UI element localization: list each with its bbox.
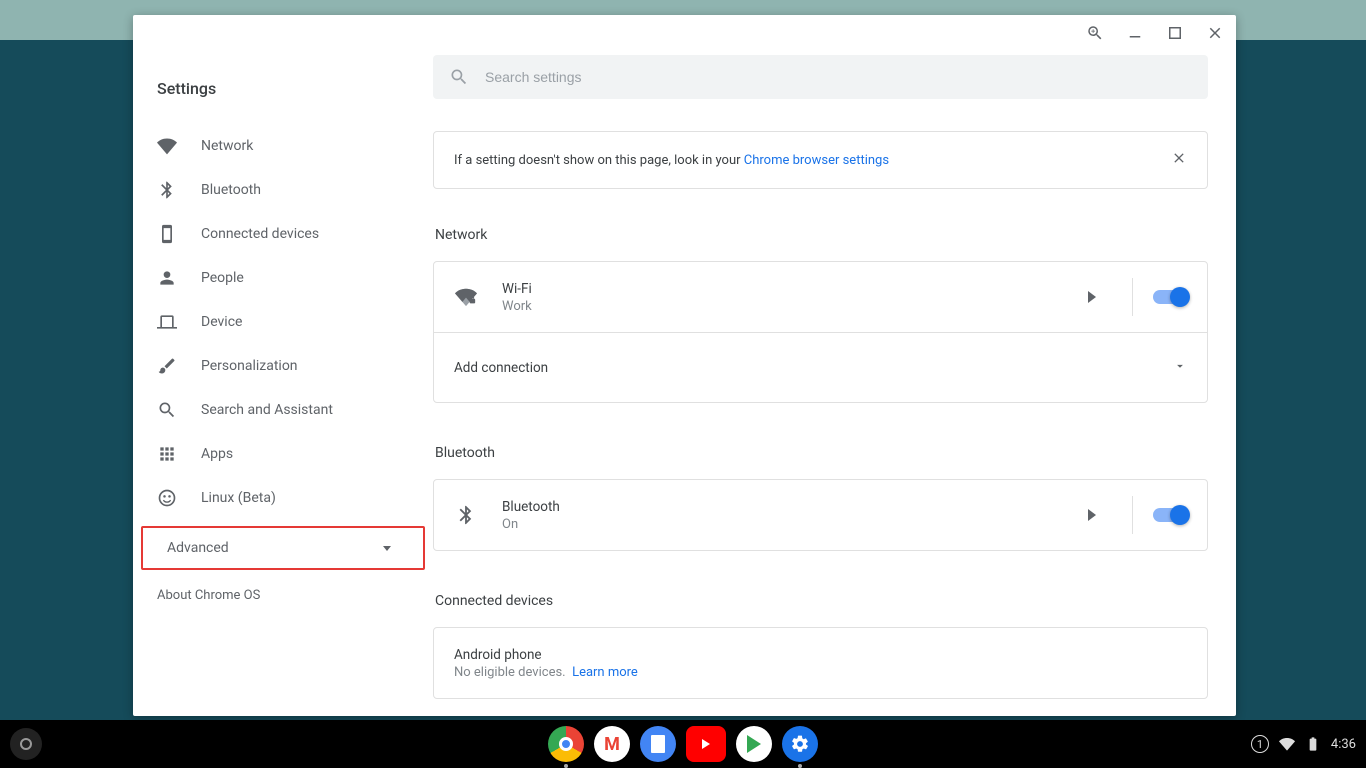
search-icon	[157, 400, 177, 420]
sidebar-item-apps[interactable]: Apps	[133, 432, 433, 476]
wifi-title: Wi-Fi	[502, 281, 1078, 297]
bluetooth-icon	[454, 504, 478, 526]
system-tray[interactable]: 1 4:36	[1251, 735, 1356, 753]
android-status: No eligible devices.	[454, 665, 566, 680]
sidebar: Settings Network Bluetooth Connected dev…	[133, 51, 433, 716]
person-icon	[157, 268, 177, 288]
divider	[1132, 496, 1133, 534]
shelf-apps: M	[548, 726, 818, 762]
section-title-network: Network	[435, 227, 1208, 243]
youtube-app[interactable]	[686, 726, 726, 762]
bluetooth-card: Bluetooth On	[433, 479, 1208, 551]
page-title: Settings	[133, 59, 433, 124]
play-store-app[interactable]	[736, 726, 772, 762]
info-banner: If a setting doesn't show on this page, …	[433, 131, 1208, 189]
sidebar-item-search-assistant[interactable]: Search and Assistant	[133, 388, 433, 432]
banner-link[interactable]: Chrome browser settings	[744, 153, 889, 168]
gmail-app[interactable]: M	[594, 726, 630, 762]
highlight-box: Advanced	[141, 526, 425, 570]
sidebar-advanced[interactable]: Advanced	[143, 530, 423, 566]
android-phone-row: Android phone No eligible devices. Learn…	[434, 628, 1207, 698]
sidebar-item-personalization[interactable]: Personalization	[133, 344, 433, 388]
sidebar-item-network[interactable]: Network	[133, 124, 433, 168]
chrome-app[interactable]	[548, 726, 584, 762]
launcher-button[interactable]	[10, 728, 42, 760]
banner-text: If a setting doesn't show on this page, …	[454, 153, 889, 168]
bluetooth-title: Bluetooth	[502, 499, 1078, 515]
sidebar-item-people[interactable]: People	[133, 256, 433, 300]
search-box[interactable]	[433, 55, 1208, 99]
advanced-label: Advanced	[167, 540, 229, 556]
sidebar-item-label: Search and Assistant	[201, 402, 333, 418]
notification-count[interactable]: 1	[1251, 735, 1269, 753]
bluetooth-status: On	[502, 517, 1078, 532]
bluetooth-row[interactable]: Bluetooth On	[434, 480, 1207, 550]
sidebar-item-device[interactable]: Device	[133, 300, 433, 344]
sidebar-item-label: Network	[201, 138, 253, 154]
connected-card: Android phone No eligible devices. Learn…	[433, 627, 1208, 699]
banner-close-button[interactable]	[1171, 150, 1187, 170]
brush-icon	[157, 356, 177, 376]
settings-window: Settings Network Bluetooth Connected dev…	[133, 15, 1236, 716]
minimize-button[interactable]	[1126, 24, 1144, 42]
battery-tray-icon	[1305, 736, 1321, 752]
caret-down-icon	[383, 546, 391, 551]
wifi-icon	[157, 136, 177, 156]
sidebar-item-linux[interactable]: Linux (Beta)	[133, 476, 433, 520]
window-titlebar	[133, 15, 1236, 51]
sidebar-item-label: Device	[201, 314, 242, 330]
chevron-right-icon[interactable]	[1088, 288, 1096, 307]
close-button[interactable]	[1206, 24, 1224, 42]
add-connection-row[interactable]: Add connection	[434, 332, 1207, 402]
search-icon	[449, 67, 469, 87]
wifi-name: Work	[502, 299, 1078, 314]
section-title-connected: Connected devices	[435, 593, 1208, 609]
chevron-down-icon	[1173, 358, 1187, 377]
network-card: Wi-Fi Work Add connection	[433, 261, 1208, 403]
bluetooth-toggle[interactable]	[1153, 508, 1187, 522]
wifi-toggle[interactable]	[1153, 290, 1187, 304]
about-label: About Chrome OS	[157, 588, 260, 603]
wifi-tray-icon	[1279, 736, 1295, 752]
sidebar-item-label: People	[201, 270, 244, 286]
maximize-button[interactable]	[1166, 24, 1184, 42]
main-content: If a setting doesn't show on this page, …	[433, 51, 1236, 716]
sidebar-item-connected-devices[interactable]: Connected devices	[133, 212, 433, 256]
wifi-lock-icon	[454, 286, 478, 308]
sidebar-item-label: Connected devices	[201, 226, 319, 242]
sidebar-item-label: Personalization	[201, 358, 298, 374]
sidebar-item-label: Linux (Beta)	[201, 490, 276, 506]
section-title-bluetooth: Bluetooth	[435, 445, 1208, 461]
sidebar-item-label: Bluetooth	[201, 182, 261, 198]
chevron-right-icon[interactable]	[1088, 506, 1096, 525]
zoom-icon[interactable]	[1086, 24, 1104, 42]
sidebar-item-label: Apps	[201, 446, 233, 462]
shelf: M 1 4:36	[0, 720, 1366, 768]
phone-icon	[157, 224, 177, 244]
divider	[1132, 278, 1133, 316]
laptop-icon	[157, 312, 177, 332]
sidebar-item-bluetooth[interactable]: Bluetooth	[133, 168, 433, 212]
settings-app[interactable]	[782, 726, 818, 762]
linux-icon	[157, 488, 177, 508]
docs-app[interactable]	[640, 726, 676, 762]
clock: 4:36	[1331, 737, 1356, 752]
sidebar-about[interactable]: About Chrome OS	[133, 570, 433, 603]
android-title: Android phone	[454, 647, 1187, 663]
add-connection-label: Add connection	[454, 360, 1173, 376]
learn-more-link[interactable]: Learn more	[572, 665, 638, 680]
bluetooth-icon	[157, 180, 177, 200]
wifi-row[interactable]: Wi-Fi Work	[434, 262, 1207, 332]
search-input[interactable]	[485, 69, 1192, 85]
apps-icon	[157, 444, 177, 464]
